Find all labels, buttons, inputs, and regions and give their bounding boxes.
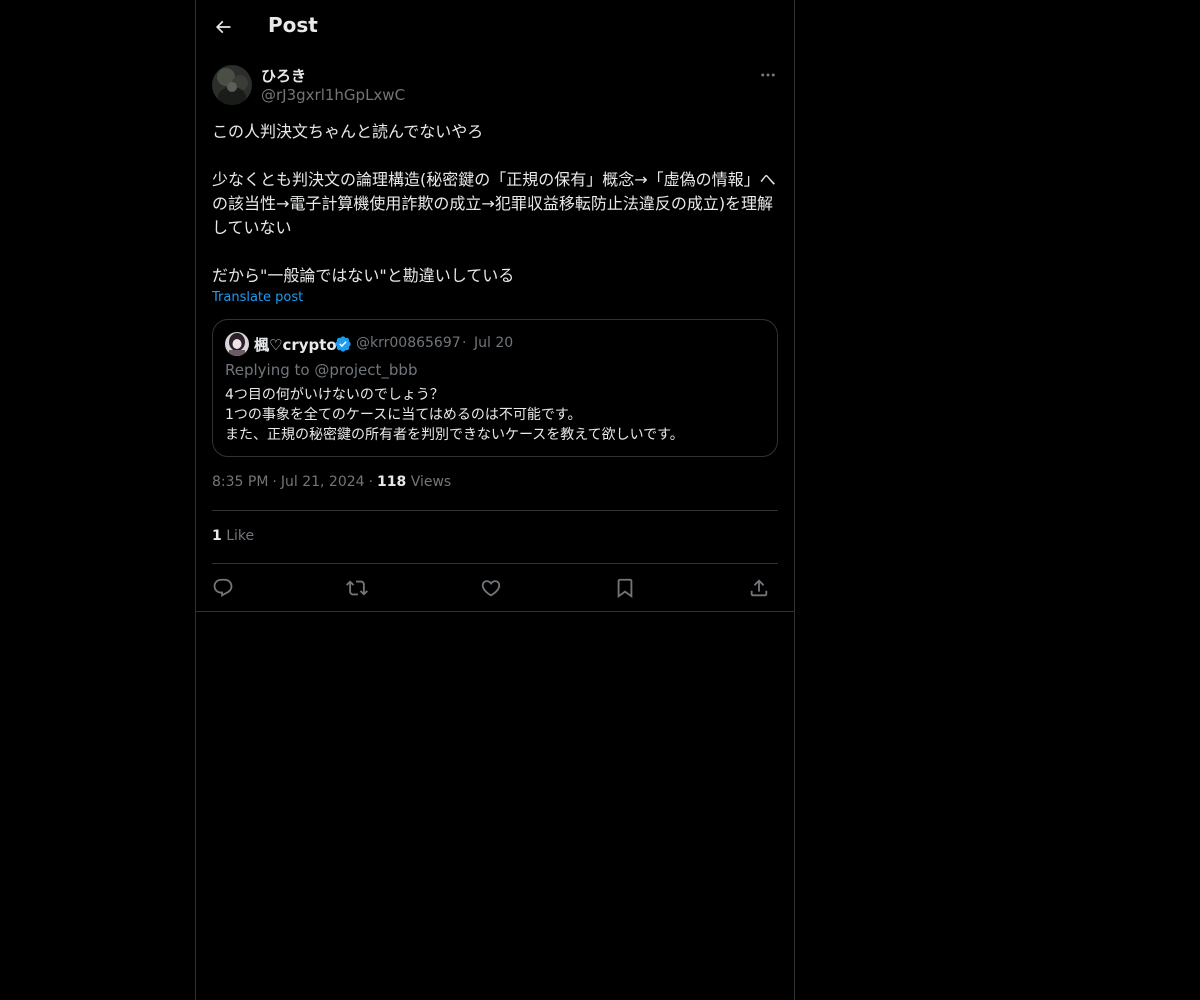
arrow-left-icon (215, 20, 231, 34)
more-horizontal-icon (761, 73, 775, 77)
separator-dot: · (462, 335, 467, 351)
bookmark-button[interactable] (611, 574, 639, 602)
divider (196, 611, 794, 612)
translate-post-link[interactable]: Translate post (212, 290, 303, 305)
quote-text: 4つ目の何がいけないのでしょう？ 1つの事象を全てのケースに当てはめるのは不可能… (225, 385, 765, 445)
avatar[interactable] (212, 65, 252, 105)
heart-icon (481, 580, 501, 597)
divider (212, 510, 778, 511)
separator-dot: · (368, 474, 374, 490)
quote-handle: @krr00865697 (356, 335, 461, 351)
replying-to: Replying to @project_bbb (225, 361, 417, 379)
post-time[interactable]: 8:35 PM (212, 474, 268, 490)
views-count: 118 (377, 474, 407, 490)
quote-display-name: 楓♡crypto (254, 336, 337, 354)
repost-icon (346, 580, 368, 596)
bookmark-icon (617, 578, 633, 599)
likes-label: Like (226, 528, 255, 544)
more-options-button[interactable] (756, 64, 780, 86)
action-bar (212, 572, 778, 602)
post-text: この人判決文ちゃんと読んでないやろ 少なくとも判決文の論理構造(秘密鍵の「正規の… (212, 120, 780, 288)
post-paragraph: だから"一般論ではない"と勘違いしている (212, 266, 515, 285)
divider (212, 563, 778, 564)
verified-badge-icon (335, 336, 351, 352)
reply-button[interactable] (209, 574, 237, 602)
like-button[interactable] (477, 574, 505, 602)
quote-line: 1つの事象を全てのケースに当てはめるのは不可能です。 (225, 407, 582, 423)
quote-line: また、正規の秘密鍵の所有者を判別できないケースを教えて欲しいです。 (225, 427, 684, 443)
post-detail-column: Post ひろき @rJ3gxrl1hGpLxwC この人判決文ちゃんと読んでな… (195, 0, 795, 1000)
quote-line: 4つ目の何がいけないのでしょう？ (225, 387, 444, 403)
share-button[interactable] (745, 574, 773, 602)
replying-mention[interactable]: @project_bbb (314, 361, 417, 379)
post-metadata: 8:35 PM · Jul 21, 2024 · 118 Views (212, 474, 451, 490)
likes-count: 1 (212, 528, 222, 544)
separator-dot: · (272, 474, 277, 490)
replying-prefix: Replying to (225, 361, 315, 379)
reply-icon (213, 578, 233, 597)
post-date[interactable]: Jul 21, 2024 (281, 474, 365, 490)
back-button[interactable] (208, 12, 238, 42)
author-display-name[interactable]: ひろき (261, 65, 306, 86)
author-handle[interactable]: @rJ3gxrl1hGpLxwC (261, 86, 405, 104)
views-label: Views (410, 474, 452, 490)
quoted-post[interactable]: 楓♡crypto @krr00865697 · Jul 20 Replying … (212, 319, 778, 457)
quote-avatar (225, 332, 249, 356)
page-title: Post (268, 13, 318, 37)
quote-date: Jul 20 (474, 335, 514, 351)
post-paragraph: 少なくとも判決文の論理構造(秘密鍵の「正規の保有」概念→「虚偽の情報」への該当性… (212, 170, 776, 237)
likes-summary[interactable]: 1 Like (212, 528, 254, 544)
repost-button[interactable] (343, 574, 371, 602)
post-author: ひろき @rJ3gxrl1hGpLxwC (212, 64, 780, 108)
post-paragraph: この人判決文ちゃんと読んでないやろ (212, 122, 484, 141)
share-icon (750, 579, 768, 597)
page-header: Post (196, 0, 794, 54)
